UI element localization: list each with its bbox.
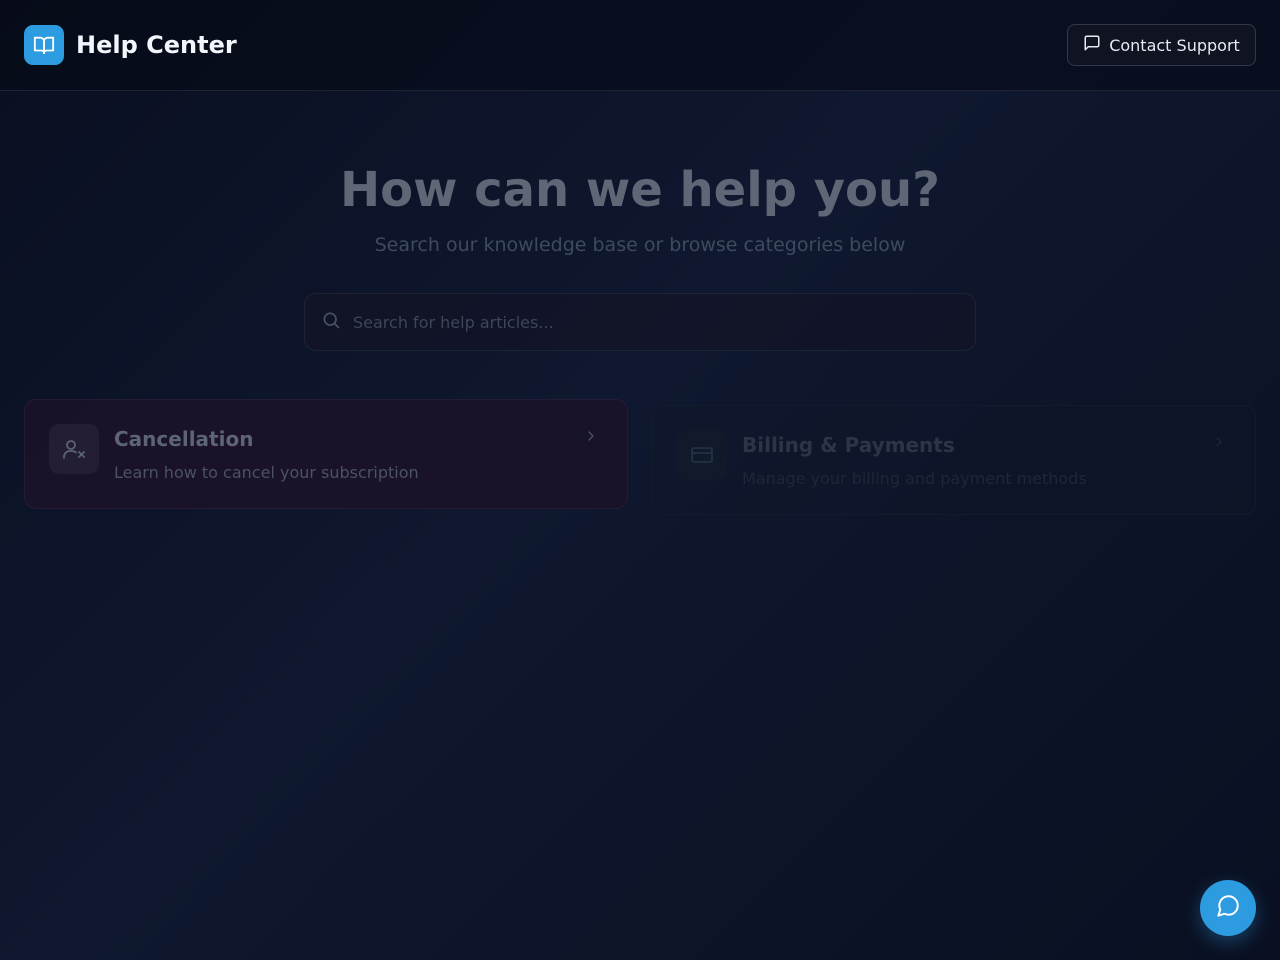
contact-support-label: Contact Support	[1109, 35, 1240, 55]
category-title: Cancellation	[114, 427, 254, 451]
category-title: Billing & Payments	[742, 433, 955, 457]
top-header: Help Center Contact Support	[0, 0, 1280, 91]
contact-support-button[interactable]: Contact Support	[1067, 24, 1256, 66]
message-square-icon	[1083, 34, 1101, 56]
chevron-right-icon	[583, 428, 599, 448]
book-open-icon	[24, 25, 64, 65]
search-icon	[321, 310, 341, 334]
chevron-right-icon	[1211, 434, 1227, 454]
category-description: Learn how to cancel your subscription	[114, 463, 419, 482]
message-circle-icon	[1215, 893, 1241, 923]
category-description: Manage your billing and payment methods	[742, 469, 1087, 488]
chat-launcher-button[interactable]	[1200, 880, 1256, 936]
search-bar	[304, 293, 976, 351]
brand[interactable]: Help Center	[24, 25, 237, 65]
app-title: Help Center	[76, 31, 237, 59]
user-x-icon	[49, 424, 99, 474]
search-input[interactable]	[353, 294, 975, 350]
category-card-billing[interactable]: Billing & Payments Manage your billing a…	[652, 405, 1256, 515]
category-card-cancellation[interactable]: Cancellation Learn how to cancel your su…	[24, 399, 628, 509]
page-title: How can we help you?	[339, 162, 941, 218]
page-subtitle: Search our knowledge base or browse cate…	[374, 234, 906, 256]
credit-card-icon	[677, 430, 727, 480]
